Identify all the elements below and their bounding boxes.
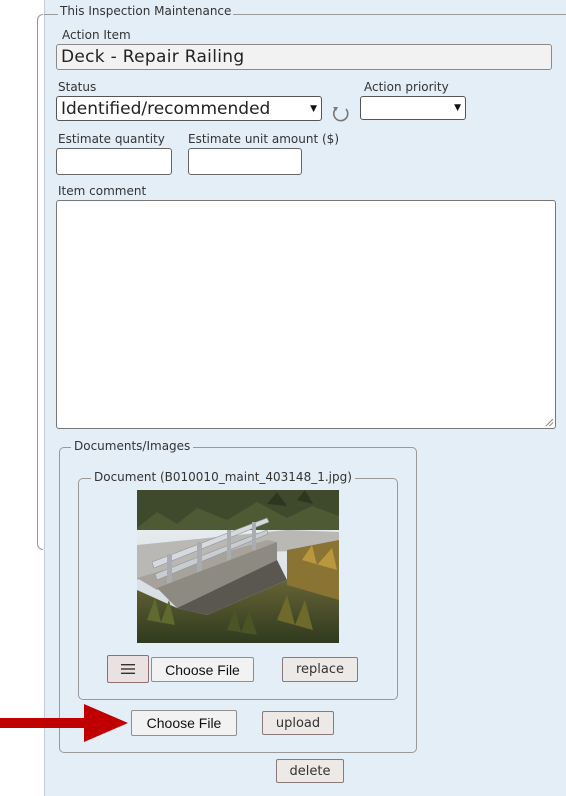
documents-legend: Documents/Images bbox=[71, 439, 194, 453]
upload-choose-file-button[interactable]: Choose File bbox=[131, 710, 237, 736]
status-value: Identified/recommended bbox=[61, 98, 271, 119]
red-arrow-pointer bbox=[0, 704, 128, 742]
refresh-icon[interactable] bbox=[330, 102, 352, 124]
status-select[interactable]: Identified/recommended ▼ bbox=[56, 96, 322, 121]
maintenance-legend: This Inspection Maintenance bbox=[58, 4, 234, 18]
replace-button[interactable]: replace bbox=[282, 657, 358, 682]
document-choose-file-button[interactable]: Choose File bbox=[151, 657, 254, 682]
estimate-unit-amount-label: Estimate unit amount ($) bbox=[188, 132, 339, 146]
resize-grip-icon[interactable] bbox=[545, 418, 553, 426]
inspection-maintenance-page: This Inspection Maintenance Action Item … bbox=[0, 0, 566, 796]
dropdown-arrow-icon: ▼ bbox=[310, 103, 317, 114]
document-menu-button[interactable] bbox=[107, 655, 149, 683]
estimate-quantity-input[interactable] bbox=[56, 148, 172, 175]
upload-button[interactable]: upload bbox=[262, 711, 334, 735]
estimate-quantity-label: Estimate quantity bbox=[58, 132, 165, 146]
bridge-photo-thumbnail[interactable] bbox=[137, 490, 339, 643]
action-item-field[interactable]: Deck - Repair Railing bbox=[56, 44, 552, 70]
dropdown-arrow-icon: ▼ bbox=[454, 103, 461, 113]
section-bracket bbox=[37, 14, 43, 550]
hamburger-menu-icon bbox=[121, 664, 135, 674]
action-priority-select[interactable]: ▼ bbox=[360, 96, 466, 120]
action-item-label: Action Item bbox=[62, 28, 131, 42]
item-comment-textarea[interactable] bbox=[56, 200, 556, 429]
delete-button[interactable]: delete bbox=[276, 759, 344, 783]
item-comment-label: Item comment bbox=[58, 184, 147, 198]
action-item-value: Deck - Repair Railing bbox=[61, 47, 245, 67]
document-legend: Document (B010010_maint_403148_1.jpg) bbox=[91, 470, 355, 484]
action-priority-label: Action priority bbox=[364, 80, 449, 94]
status-label: Status bbox=[58, 80, 97, 94]
estimate-unit-amount-input[interactable] bbox=[188, 148, 302, 175]
